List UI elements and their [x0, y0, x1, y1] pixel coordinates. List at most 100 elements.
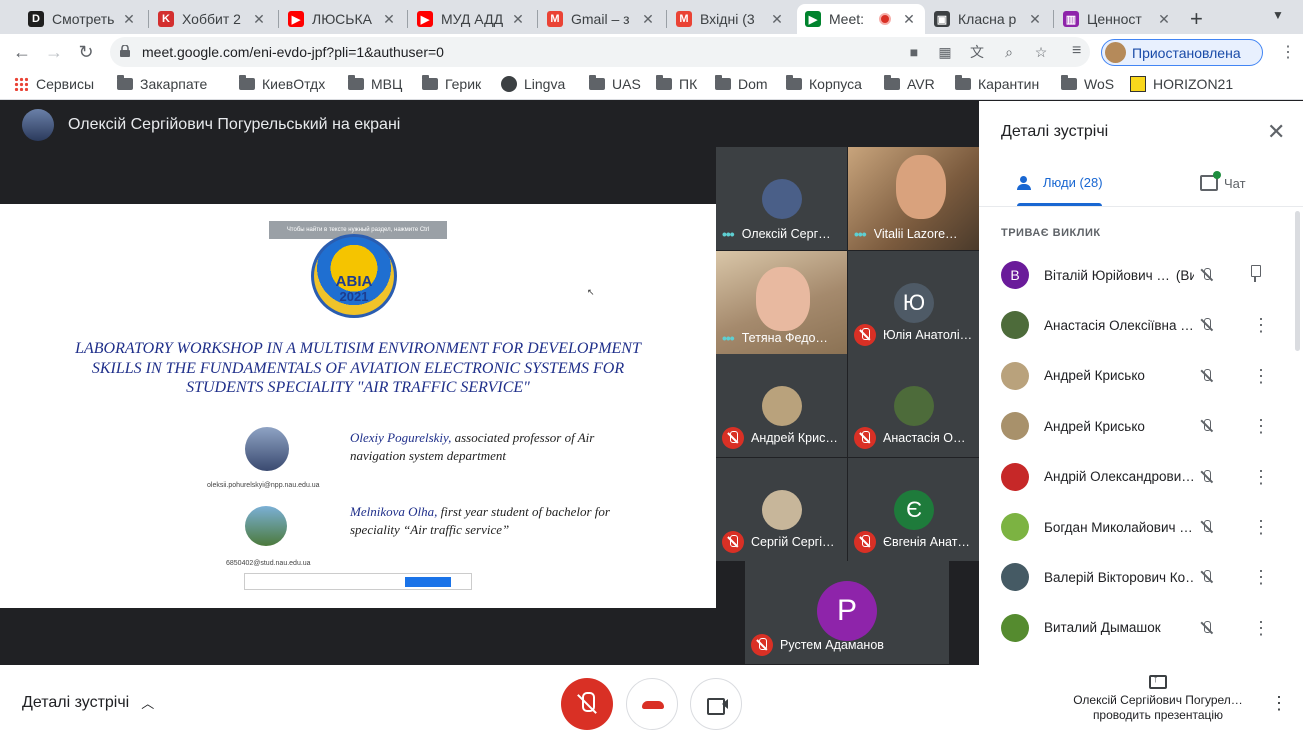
bookmark-item[interactable]: Dom — [715, 75, 768, 92]
participant-tile[interactable]: Андрей Крис… — [716, 354, 847, 457]
tab-close-icon[interactable]: ✕ — [769, 11, 785, 28]
bookmark-item[interactable]: Сервисы — [14, 76, 94, 92]
address-bar[interactable]: meet.google.com/eni-evdo-jpf?pli=1&authu… — [110, 37, 1090, 67]
tab-close-icon[interactable]: ✕ — [251, 11, 267, 28]
more-options-icon[interactable]: ⋮ — [1252, 616, 1270, 640]
participant-initial: Є — [894, 490, 934, 530]
reload-icon[interactable]: ↻ — [74, 40, 98, 64]
participant-list-item[interactable]: Андрей Крисько ⋮ — [1001, 408, 1281, 444]
tab-close-icon[interactable]: ✕ — [121, 11, 137, 28]
participant-tile[interactable]: Анастасія О… — [848, 354, 979, 457]
participant-list-item[interactable]: Богдан Миколайович … ⋮ — [1001, 509, 1281, 545]
tab-separator — [278, 10, 279, 28]
participant-name: Vitalii Lazore… — [873, 227, 958, 241]
browser-tab[interactable]: ▣ Класна р ✕ — [926, 4, 1051, 34]
pin-icon[interactable] — [1248, 265, 1262, 283]
browser-menu-icon[interactable]: ⋮ — [1280, 42, 1296, 62]
presenting-indicator[interactable]: Олексій Сергійович Погурел… проводить пр… — [1068, 672, 1248, 723]
mic-off-icon — [1199, 317, 1215, 333]
bookmark-item[interactable]: ПК — [656, 75, 697, 92]
participant-avatar — [1001, 613, 1029, 642]
participant-avatar — [762, 386, 802, 426]
browser-tab[interactable]: ▶ Meet: ✕ — [797, 4, 925, 34]
microphone-toggle-button[interactable] — [561, 678, 613, 730]
browser-tab[interactable]: M Вхідні (3 ✕ — [668, 4, 793, 34]
recording-icon — [879, 13, 891, 25]
participant-list-item[interactable]: Виталий Дымашок ⋮ — [1001, 610, 1281, 646]
panel-scrollbar[interactable] — [1295, 211, 1300, 351]
bookmark-item[interactable]: HORIZON21 — [1130, 76, 1233, 92]
bookmark-item[interactable]: МВЦ — [348, 75, 402, 92]
participant-list-item[interactable]: Анастасія Олексіївна … ⋮ — [1001, 307, 1281, 343]
browser-tab[interactable]: ▶ МУД АДД ✕ — [409, 4, 534, 34]
author2-photo — [245, 506, 287, 546]
browser-tab[interactable]: ▶ ЛЮСЬКА ✕ — [280, 4, 405, 34]
browser-tab[interactable]: M Gmail – з ✕ — [539, 4, 664, 34]
participant-tile[interactable]: Є Євгенія Анат… — [848, 458, 979, 561]
tab-title: Вхідні (3 — [700, 11, 755, 27]
browser-tab[interactable]: ▥ Ценност ✕ — [1055, 4, 1180, 34]
browser-tab[interactable]: K Хоббит 2 ✕ — [150, 4, 275, 34]
browser-tab[interactable]: D Смотреть ✕ — [20, 4, 145, 34]
bookmark-item[interactable]: Герик — [422, 75, 481, 92]
tab-close-icon[interactable]: ✕ — [1027, 11, 1043, 28]
participant-name: Анастасія О… — [883, 431, 966, 445]
bookmark-star-icon[interactable]: ☆ — [1032, 43, 1050, 61]
participant-list-item[interactable]: Андрій Олександрови… ⋮ — [1001, 459, 1281, 495]
meeting-details-button[interactable]: Деталі зустрічі ︿ — [22, 693, 154, 712]
more-options-icon[interactable]: ⋮ — [1270, 693, 1288, 714]
tab-close-icon[interactable]: ✕ — [510, 11, 526, 28]
more-options-icon[interactable]: ⋮ — [1252, 313, 1270, 337]
more-options-icon[interactable]: ⋮ — [1252, 414, 1270, 438]
leave-call-button[interactable] — [626, 678, 678, 730]
bookmark-item[interactable]: WoS — [1061, 75, 1114, 92]
participant-tile[interactable]: ••• Тетяна Федо… — [716, 251, 847, 354]
tab-title: Смотреть — [52, 11, 115, 27]
tab-close-icon[interactable]: ✕ — [901, 11, 917, 28]
new-tab-icon[interactable]: + — [1190, 6, 1203, 32]
reading-list-icon[interactable]: ≡ — [1072, 42, 1081, 60]
bookmark-item[interactable]: КиевОтдх — [239, 75, 325, 92]
mic-off-icon — [854, 324, 876, 346]
install-app-icon[interactable]: ▦ — [936, 43, 954, 61]
camera-toggle-button[interactable] — [690, 678, 742, 730]
participant-name: Андрій Олександрови… — [1044, 469, 1194, 484]
more-options-icon[interactable]: ⋮ — [1252, 515, 1270, 539]
more-options-icon[interactable]: ⋮ — [1252, 465, 1270, 489]
tab-people[interactable]: Люди (28) — [1017, 175, 1103, 190]
participant-list-item[interactable]: Андрей Крисько ⋮ — [1001, 358, 1281, 394]
back-icon[interactable]: ← — [10, 40, 34, 64]
tab-search-icon[interactable]: ▼ — [1272, 8, 1284, 22]
forward-icon[interactable]: → — [42, 40, 66, 64]
bookmark-item[interactable]: Lingva — [501, 76, 565, 92]
lock-icon — [120, 45, 130, 57]
bookmark-item[interactable]: Закарпате — [117, 75, 207, 92]
participant-tile[interactable]: ••• Олексій Серг… — [716, 147, 847, 250]
more-options-icon[interactable]: ⋮ — [1252, 364, 1270, 388]
bookmark-item[interactable]: UAS — [589, 75, 641, 92]
participant-tile[interactable]: Ю Юлія Анатолі… — [848, 251, 979, 354]
tab-close-icon[interactable]: ✕ — [640, 11, 656, 28]
bookmark-item[interactable]: AVR — [884, 75, 935, 92]
participant-tile[interactable]: Сергій Сергі… — [716, 458, 847, 561]
tab-chat[interactable]: Чат — [1200, 171, 1246, 191]
bookmark-item[interactable]: Карантин — [955, 75, 1039, 92]
tab-close-icon[interactable]: ✕ — [381, 11, 397, 28]
zoom-icon[interactable]: ⌕ — [1000, 43, 1018, 61]
mouse-cursor-icon: ↖ — [587, 287, 595, 297]
tab-favicon-icon: M — [547, 11, 563, 27]
participant-tile[interactable]: ••• Vitalii Lazore… — [848, 147, 979, 250]
tab-close-icon[interactable]: ✕ — [1156, 11, 1172, 28]
participant-list-item[interactable]: В Віталій Юрійович … (Ви) — [1001, 257, 1281, 293]
translate-icon[interactable]: 文 — [968, 43, 986, 61]
participant-tile[interactable]: Р Рустем Адаманов — [745, 561, 949, 664]
more-options-icon[interactable]: ⋮ — [1252, 565, 1270, 589]
participant-list-item[interactable]: Валерій Вікторович Ко… ⋮ — [1001, 559, 1281, 595]
close-icon[interactable]: ✕ — [1267, 119, 1285, 145]
profile-button[interactable]: Приостановлена — [1101, 39, 1263, 66]
participant-initial: Ю — [894, 283, 934, 323]
camera-icon[interactable]: ■ — [905, 43, 923, 61]
bookmark-item[interactable]: Корпуса — [786, 75, 862, 92]
participant-name: Богдан Миколайович … — [1044, 520, 1194, 535]
participant-avatar — [1001, 563, 1029, 592]
